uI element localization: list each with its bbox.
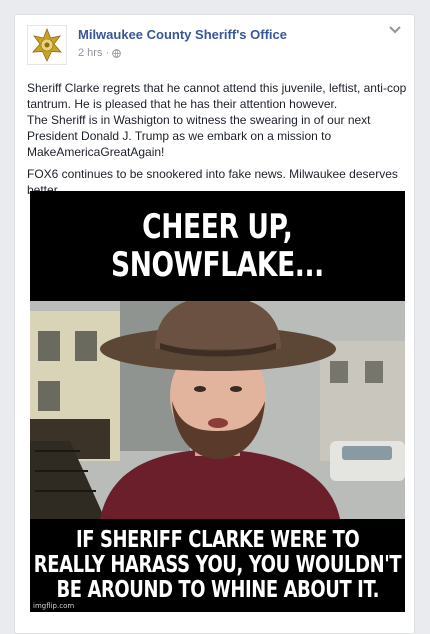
post-timestamp[interactable]: 2 hrs (78, 47, 102, 59)
post-meta: 2 hrs · (78, 47, 121, 59)
globe-icon[interactable] (112, 48, 121, 58)
page-avatar[interactable] (27, 25, 67, 65)
post-header: Milwaukee County Sheriff's Office 2 hrs … (27, 25, 397, 65)
chevron-down-icon[interactable] (388, 25, 402, 35)
meme-caption-line: CHEER UP, (142, 207, 293, 247)
post-paragraph: Sheriff Clarke regrets that he cannot at… (27, 81, 407, 111)
imgflip-watermark: imgflip.com (33, 602, 75, 610)
post-body: Sheriff Clarke regrets that he cannot at… (27, 80, 407, 204)
post-paragraph: The Sheriff is in Washigton to witness t… (27, 113, 371, 159)
meme-caption-line: IF SHERIFF CLARKE WERE TO (75, 527, 360, 553)
meme-top-caption: CHEER UP, SNOWFLAKE... (30, 191, 405, 301)
sheriff-star-badge-icon (32, 28, 62, 62)
meme-bottom-caption: IF SHERIFF CLARKE WERE TO REALLY HARASS … (30, 519, 405, 612)
page-name-link[interactable]: Milwaukee County Sheriff's Office (78, 27, 287, 42)
meme-image[interactable]: CHEER UP, SNOWFLAKE... IF SHERIFF CLARKE… (30, 191, 405, 612)
meme-caption-line: SNOWFLAKE... (111, 245, 324, 285)
meme-caption-line: BE AROUND TO WHINE ABOUT IT. (56, 577, 379, 603)
meme-photo (30, 301, 405, 519)
meta-separator: · (105, 47, 110, 59)
meme-caption-line: REALLY HARASS YOU, YOU WOULDN'T (33, 552, 402, 578)
